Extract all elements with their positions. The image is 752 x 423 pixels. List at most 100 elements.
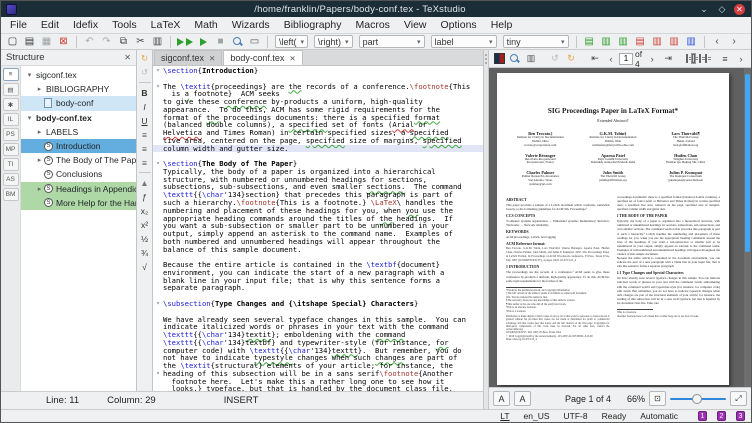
collapse-arrow-icon[interactable]: ▾ <box>25 114 34 122</box>
left-bracket-combo[interactable]: \left(▾ <box>275 35 308 48</box>
fit-width-icon[interactable] <box>699 54 701 63</box>
zoom-slider-knob[interactable] <box>692 394 702 404</box>
editor-line-1[interactable]: ▾\section{Introduction} <box>153 67 483 75</box>
fold-marker-icon[interactable]: ▾ <box>153 67 163 75</box>
pdf-view[interactable]: SIG Proceedings Paper in LaTeX Format* E… <box>489 68 751 387</box>
editor-line-29[interactable]: separate paragraph. <box>153 284 483 292</box>
table-remove-row-icon[interactable]: ▤ <box>633 35 648 49</box>
menu-macros[interactable]: Macros <box>348 18 396 32</box>
open-file-icon[interactable]: ▤ <box>22 35 37 49</box>
jump-to-pdf-icon[interactable]: ↻ <box>138 52 152 65</box>
table-remove-column-icon[interactable]: ▥ <box>650 35 665 49</box>
expand-arrow-icon[interactable]: ▸ <box>35 85 44 93</box>
title-bar[interactable]: /home/franklin/Papers/body-conf.tex - Te… <box>1 1 751 17</box>
fold-marker-icon[interactable]: ▾ <box>153 300 163 308</box>
structure-item-the-body-of-the-paper[interactable]: ▸SThe Body of The Paper <box>21 153 136 167</box>
previous-document-icon[interactable]: ‹ <box>710 35 725 49</box>
sectioning-combo[interactable]: part▾ <box>359 35 425 48</box>
math-superscript-icon[interactable]: x² <box>138 218 152 231</box>
redo-icon[interactable]: ↷ <box>99 35 114 49</box>
table-align-columns-icon[interactable]: ▥ <box>684 35 699 49</box>
menu-latex[interactable]: LaTeX <box>144 18 188 32</box>
menu-edit[interactable]: Edit <box>34 18 66 32</box>
menu-help[interactable]: Help <box>484 18 520 32</box>
fold-marker-icon[interactable]: ▾ <box>153 160 163 168</box>
menu-math[interactable]: Math <box>187 18 224 32</box>
right-bracket-combo[interactable]: \right)▾ <box>314 35 353 48</box>
reference-combo[interactable]: label▾ <box>431 35 497 48</box>
last-page-icon[interactable]: ⇥ <box>661 52 675 66</box>
sidepanel-tab-symbols-il[interactable]: IL <box>3 113 19 126</box>
math-sqrt-icon[interactable]: √ <box>138 260 152 273</box>
align-right-icon[interactable]: ≡ <box>138 156 152 169</box>
bookmark-badge-2[interactable]: 2 <box>717 411 726 421</box>
line-ending-mode[interactable]: Automatic <box>640 411 678 421</box>
math-subscript-icon[interactable]: x₂ <box>138 204 152 217</box>
editor-tab-body-conf-tex[interactable]: body-conf.tex✕ <box>223 50 302 65</box>
pdf-forward-icon[interactable]: ↻ <box>564 52 578 66</box>
fit-window-icon[interactable] <box>686 54 688 63</box>
insert-mode-indicator[interactable]: INSERT <box>224 395 259 406</box>
next-document-icon[interactable]: › <box>727 35 742 49</box>
collapse-arrow-icon[interactable]: ▾ <box>25 71 34 79</box>
encoding[interactable]: UTF-8 <box>564 411 588 421</box>
math-fraction-icon[interactable]: ½ <box>138 232 152 245</box>
fold-marker-icon[interactable]: ▾ <box>153 83 163 91</box>
structure-close-icon[interactable]: ✕ <box>124 53 131 62</box>
pdf-scroll-tool-icon[interactable]: ▥ <box>524 52 538 66</box>
maximize-icon[interactable]: ◇ <box>716 3 728 15</box>
structure-item-sigconf-tex[interactable]: ▾sigconf.tex <box>21 68 136 82</box>
fit-page-icon[interactable] <box>705 54 707 63</box>
underline-icon[interactable]: U <box>138 114 152 127</box>
stop-icon[interactable]: ■ <box>213 35 228 49</box>
menu-wizards[interactable]: Wizards <box>225 18 277 32</box>
editor-tab-sigconf-tex[interactable]: sigconf.tex✕ <box>154 50 222 65</box>
increase-font-icon[interactable]: A <box>514 391 531 406</box>
sidepanel-tab-structure[interactable]: ≡ <box>3 68 19 81</box>
paste-icon[interactable]: ▥ <box>150 35 165 49</box>
structure-item-introduction[interactable]: SIntroduction <box>21 139 136 153</box>
next-page-icon[interactable]: › <box>645 52 659 66</box>
structure-item-body-conf-tex[interactable]: ▾body-conf.tex <box>21 111 136 125</box>
close-file-icon[interactable]: ⊠ <box>56 35 71 49</box>
math-function-icon[interactable]: ƒ <box>138 190 152 203</box>
structure-item-more-help-for-the-hardy[interactable]: SMore Help for the Hardy <box>21 196 136 210</box>
italic-icon[interactable]: I <box>138 100 152 113</box>
pdf-scrollbar-thumb[interactable] <box>745 74 750 252</box>
align-left-icon[interactable]: ≡ <box>138 128 152 141</box>
build-and-view-icon[interactable] <box>176 35 194 49</box>
fontsize-combo[interactable]: tiny▾ <box>503 35 569 48</box>
pdf-scrollbar[interactable] <box>744 68 751 387</box>
menu-tools[interactable]: Tools <box>105 18 144 32</box>
sidepanel-tab-asymptote[interactable]: AS <box>3 173 19 186</box>
env-align-icon[interactable]: ▲ <box>138 176 152 189</box>
expand-arrow-icon[interactable]: ▸ <box>35 128 44 136</box>
compile-icon[interactable] <box>196 35 211 49</box>
structure-item-headings-in-appendices[interactable]: ▸SHeadings in Appendices <box>21 182 136 196</box>
table-cut-column-icon[interactable]: ▥ <box>667 35 682 49</box>
menu-idefix[interactable]: Idefix <box>66 18 105 32</box>
editor-line-24[interactable]: balance of this sample document. <box>153 246 483 254</box>
close-icon[interactable]: ✕ <box>734 4 745 15</box>
structure-item-labels[interactable]: ▸LABELS <box>21 125 136 139</box>
bookmark-badge-3[interactable]: 3 <box>736 411 745 421</box>
menu-view[interactable]: View <box>397 18 434 32</box>
structure-item-conclusions[interactable]: SConclusions <box>21 167 136 181</box>
save-file-icon[interactable]: ▦ <box>39 35 54 49</box>
table-add-row-icon[interactable]: ▤ <box>582 35 597 49</box>
dictionary-language[interactable]: en_US <box>524 411 550 421</box>
editor-line-31[interactable]: ▾\subsection{Type Changes and {\itshape … <box>153 300 483 308</box>
view-pdf-icon[interactable] <box>230 35 245 49</box>
sidepanel-tab-pstricks[interactable]: PS <box>3 128 19 141</box>
jump-back-icon[interactable]: ↺ <box>138 66 152 79</box>
editor[interactable]: ▾\section{Introduction}▾The \textit{proc… <box>153 66 483 391</box>
menu-bibliography[interactable]: Bibliography <box>277 18 349 32</box>
minimize-icon[interactable]: ⌄ <box>698 3 710 15</box>
first-page-icon[interactable]: ⇤ <box>588 52 602 66</box>
show-log-icon[interactable]: ▭ <box>247 35 262 49</box>
copy-icon[interactable]: ⧉ <box>116 35 131 49</box>
pdf-menu-icon[interactable]: ≡ <box>718 52 732 66</box>
pdf-zoom-indicator[interactable]: 66% <box>627 394 645 404</box>
previous-page-icon[interactable]: ‹ <box>604 52 618 66</box>
sidepanel-tab-symbols-favorites[interactable]: ✱ <box>3 98 19 111</box>
